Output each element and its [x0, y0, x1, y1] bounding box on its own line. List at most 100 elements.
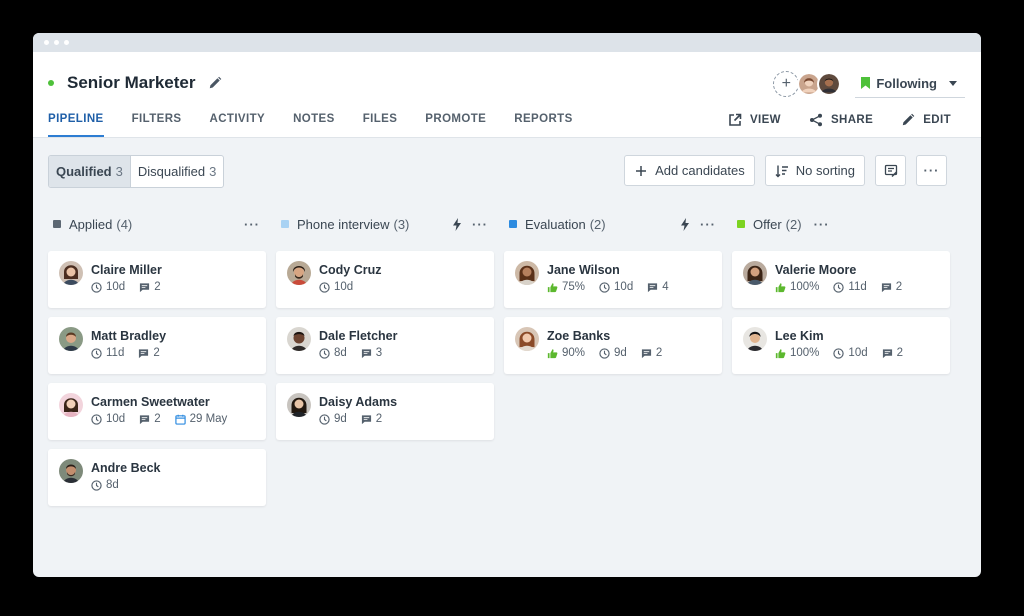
tab-reports[interactable]: REPORTS: [514, 103, 572, 137]
candidate-avatar: [59, 327, 83, 351]
stage-column-offer: Offer (2) ··· Valerie Moore 100% 11d 2 L…: [732, 211, 950, 506]
stage-name: Applied: [69, 216, 113, 232]
candidate-card[interactable]: Cody Cruz 10d: [276, 251, 494, 308]
candidate-avatar: [59, 261, 83, 285]
window-titlebar: [33, 33, 981, 52]
tab-activity[interactable]: ACTIVITY: [209, 103, 265, 137]
candidate-card[interactable]: Matt Bradley 11d 2: [48, 317, 266, 374]
thumbs-up-score-icon: [775, 348, 786, 358]
candidate-card[interactable]: Jane Wilson 75% 10d 4: [504, 251, 722, 308]
candidate-name: Matt Bradley: [91, 329, 167, 343]
chevron-down-icon: [949, 80, 957, 86]
comment-icon: [361, 414, 371, 424]
edit-button[interactable]: EDIT: [901, 113, 951, 127]
card-fields-button[interactable]: [875, 155, 906, 186]
candidate-name: Cody Cruz: [319, 263, 382, 277]
comment-icon: [641, 348, 651, 358]
days-in-stage: 10d: [614, 281, 634, 293]
candidate-avatar: [59, 459, 83, 483]
days-in-stage: 10d: [106, 281, 126, 293]
sorting-button[interactable]: No sorting: [764, 155, 865, 186]
disqualified-count: 3: [209, 164, 217, 179]
candidate-name: Jane Wilson: [547, 263, 620, 277]
following-label: Following: [876, 75, 937, 91]
stage-column-evaluation: Evaluation (2) ··· Jane Wilson 75% 10d 4…: [504, 211, 722, 506]
comment-icon: [648, 282, 658, 292]
candidate-card[interactable]: Lee Kim 100% 10d 2: [732, 317, 950, 374]
stage-header: Phone interview (3) ···: [276, 211, 494, 237]
edit-title-pencil-icon[interactable]: [208, 76, 222, 90]
tab-pipeline[interactable]: PIPELINE: [48, 103, 104, 137]
candidate-card[interactable]: Claire Miller 10d 2: [48, 251, 266, 308]
job-title: Senior Marketer: [67, 73, 196, 92]
sort-icon: [775, 165, 788, 177]
days-in-stage: 10d: [848, 347, 868, 359]
stage-menu-icon[interactable]: ···: [700, 218, 716, 231]
candidate-name: Valerie Moore: [775, 263, 857, 277]
stage-menu-icon[interactable]: ···: [814, 218, 830, 231]
disqualified-segment[interactable]: Disqualified 3: [129, 156, 223, 187]
window-dot: [64, 40, 69, 45]
stage-name: Phone interview: [297, 216, 390, 232]
clock-icon: [319, 347, 330, 359]
stage-header: Evaluation (2) ···: [504, 211, 722, 237]
candidate-card[interactable]: Daisy Adams 9d 2: [276, 383, 494, 440]
candidate-avatar: [287, 261, 311, 285]
pipeline-toolbar: Qualified 3 Disqualified 3 Add candidate…: [48, 155, 947, 188]
external-link-icon: [729, 113, 742, 126]
window-dot: [54, 40, 59, 45]
share-button[interactable]: SHARE: [809, 113, 873, 127]
candidate-name: Dale Fletcher: [319, 329, 398, 343]
app-window: Senior Marketer + Following PIPELINE FIL…: [33, 33, 981, 577]
share-label: SHARE: [830, 114, 874, 126]
candidate-card[interactable]: Zoe Banks 90% 9d 2: [504, 317, 722, 374]
tab-filters[interactable]: FILTERS: [132, 103, 182, 137]
clock-icon: [319, 413, 330, 425]
comment-count: 2: [655, 347, 663, 359]
comment-icon: [881, 282, 891, 292]
view-label: VIEW: [749, 114, 781, 126]
more-options-button[interactable]: ···: [916, 155, 947, 186]
view-button[interactable]: VIEW: [728, 113, 781, 127]
stage-color-marker: [737, 220, 745, 228]
candidate-name: Andre Beck: [91, 461, 161, 475]
clock-icon: [91, 347, 102, 359]
qualified-segment[interactable]: Qualified 3: [49, 156, 130, 187]
stage-menu-icon[interactable]: ···: [244, 218, 260, 231]
stage-color-marker: [509, 220, 517, 228]
comment-count: 2: [375, 413, 383, 425]
days-in-stage: 11d: [106, 347, 125, 359]
tab-promote[interactable]: PROMOTE: [425, 103, 486, 137]
clock-icon: [91, 281, 102, 293]
stage-count: (2): [589, 216, 606, 232]
stage-menu-icon[interactable]: ···: [472, 218, 488, 231]
candidate-card[interactable]: Carmen Sweetwater 10d 2 29 May: [48, 383, 266, 440]
more-icon: ···: [923, 163, 940, 178]
days-in-stage: 8d: [106, 479, 119, 491]
candidate-name: Lee Kim: [775, 329, 824, 343]
calendar-icon: [174, 414, 186, 425]
tab-files[interactable]: FILES: [363, 103, 398, 137]
lightning-bolt-icon[interactable]: [680, 217, 690, 231]
add-team-member-button[interactable]: +: [773, 70, 800, 97]
stage-count: (3): [393, 216, 410, 232]
pencil-icon: [902, 113, 915, 126]
stage-column-applied: Applied (4) ··· Claire Miller 10d 2 Matt…: [48, 211, 266, 506]
team-member-avatar[interactable]: [817, 71, 842, 96]
comment-count: 2: [896, 347, 904, 359]
comment-icon: [361, 348, 371, 358]
candidate-name: Daisy Adams: [319, 395, 398, 409]
comment-count: 2: [154, 281, 161, 293]
tab-notes[interactable]: NOTES: [293, 103, 335, 137]
edit-label: EDIT: [923, 114, 951, 126]
share-icon: [809, 113, 822, 127]
disqualified-label: Disqualified: [137, 164, 206, 179]
lightning-bolt-icon[interactable]: [452, 217, 462, 231]
clock-icon: [91, 479, 102, 491]
following-dropdown[interactable]: Following: [855, 69, 965, 98]
candidate-card[interactable]: Dale Fletcher 8d 3: [276, 317, 494, 374]
days-in-stage: 10d: [106, 413, 126, 425]
candidate-card[interactable]: Valerie Moore 100% 11d 2: [732, 251, 950, 308]
add-candidates-button[interactable]: Add candidates: [624, 155, 755, 186]
candidate-card[interactable]: Andre Beck 8d: [48, 449, 266, 506]
